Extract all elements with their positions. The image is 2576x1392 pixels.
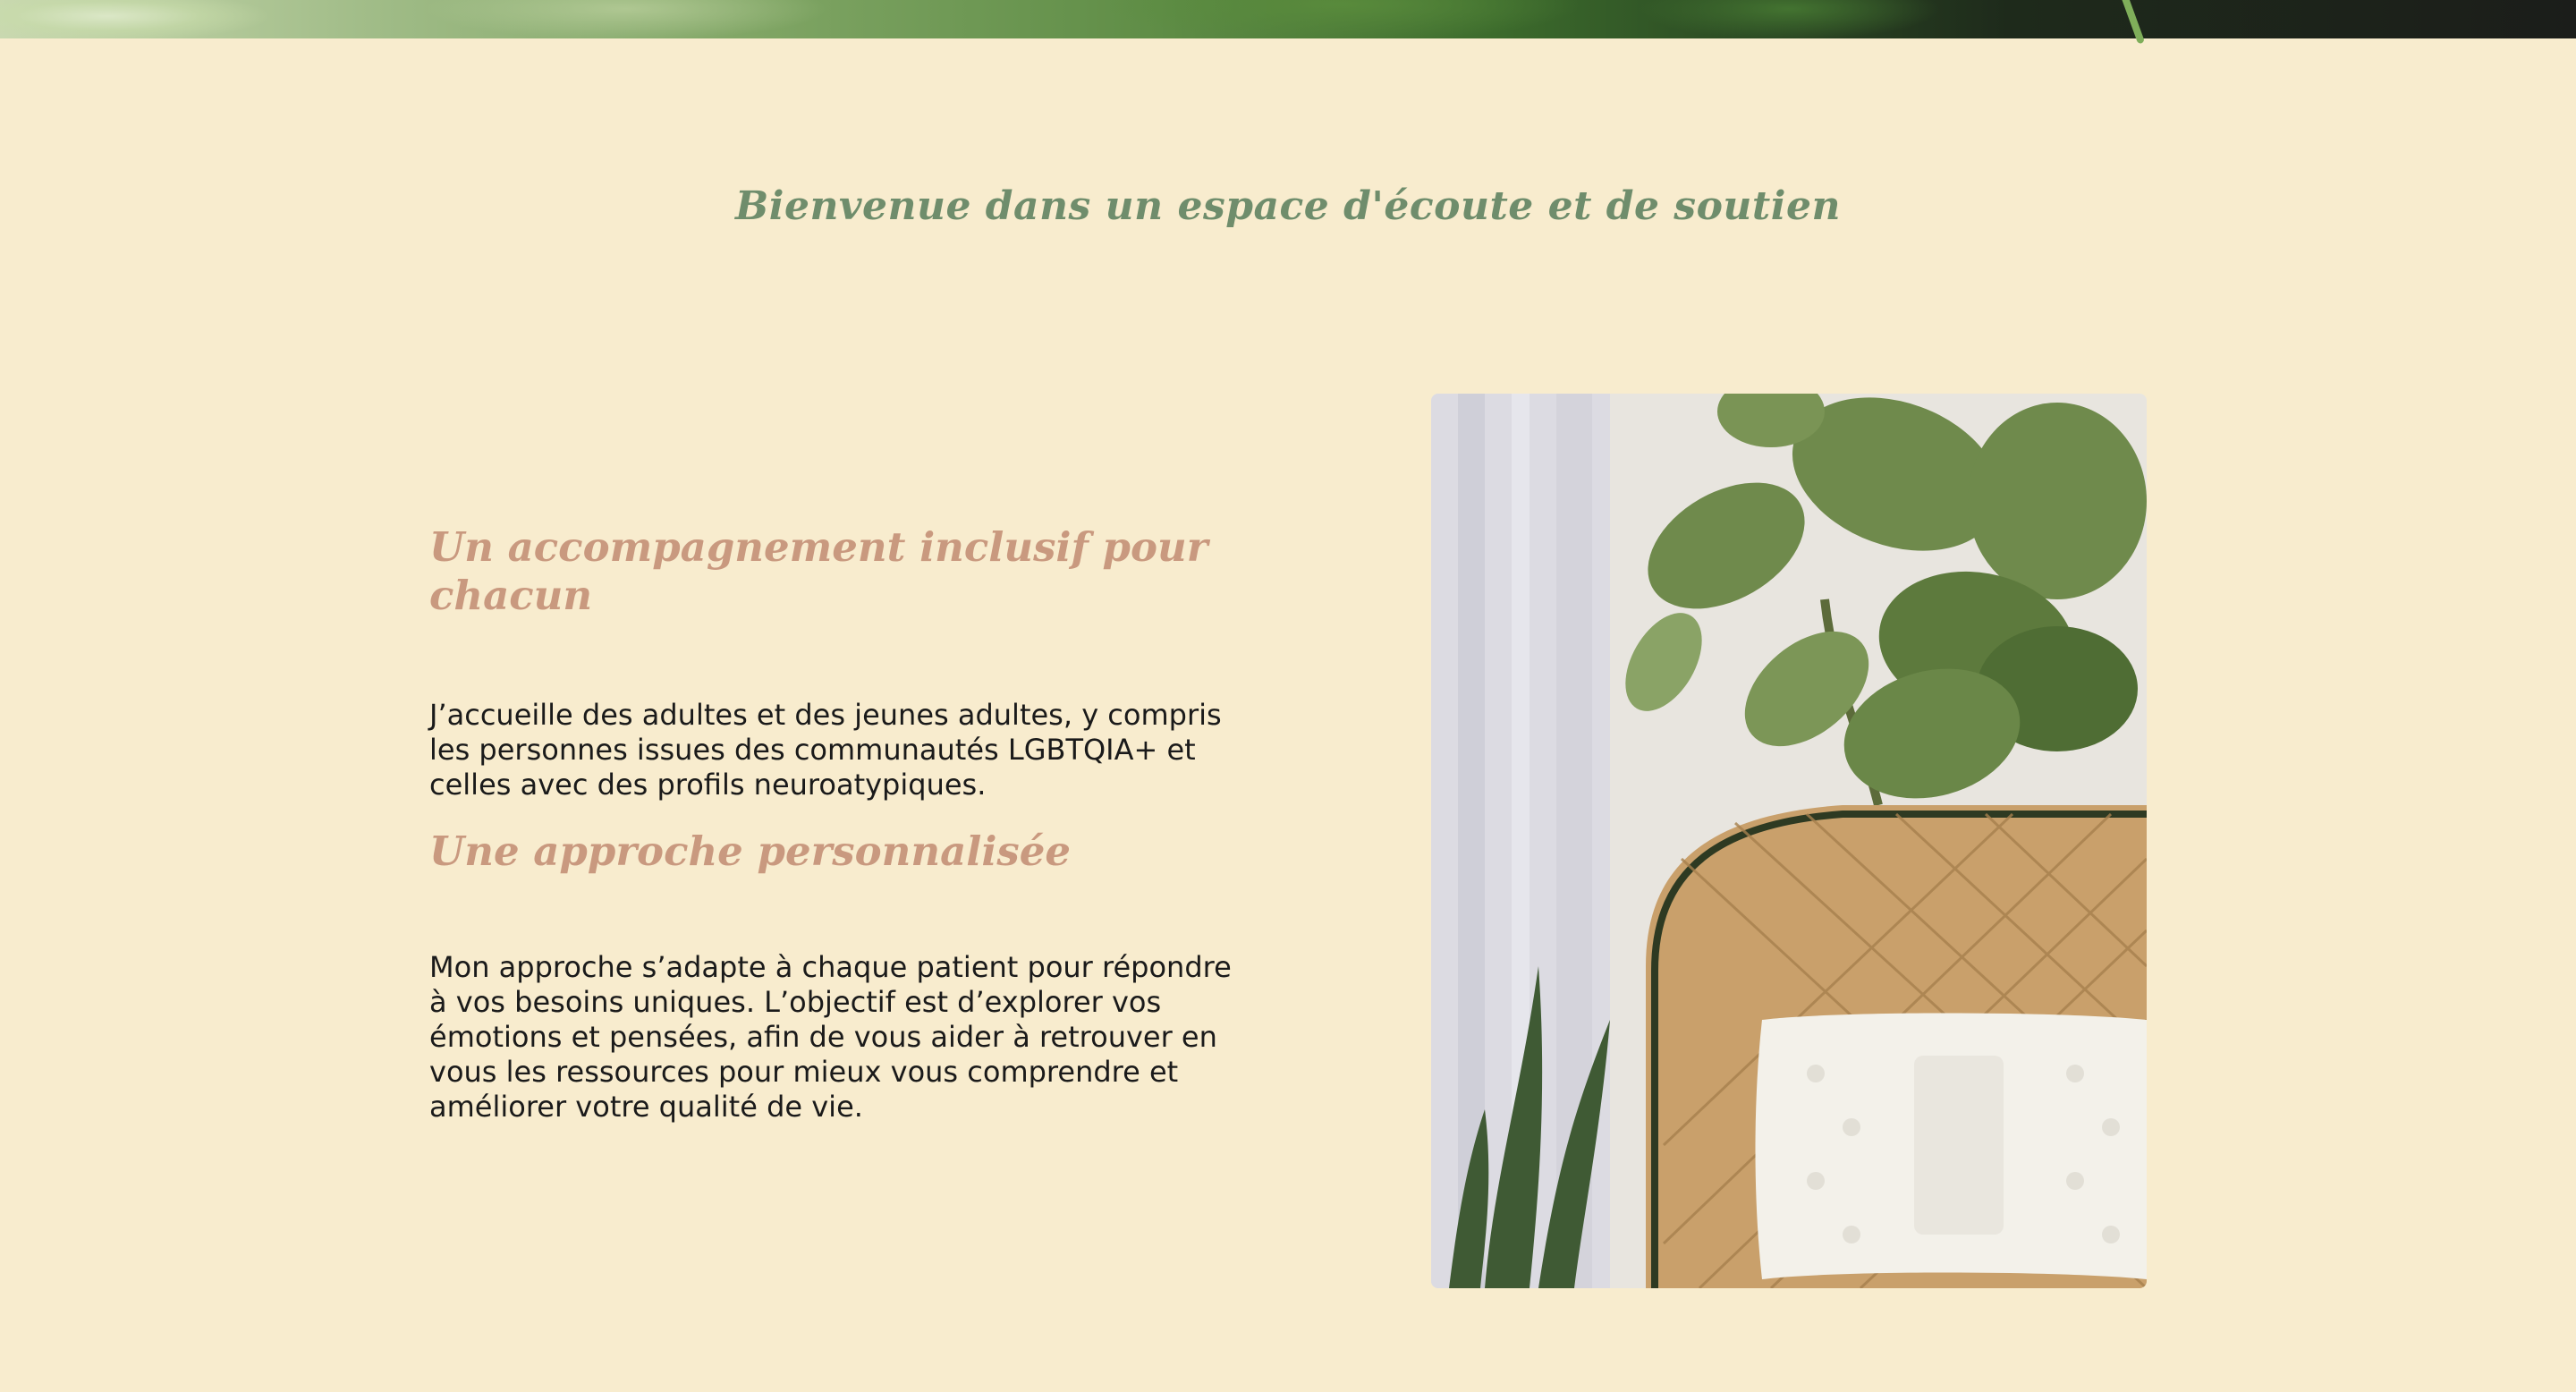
section-heading-inclusive: Un accompagnement inclusif pour chacun [429,523,1208,619]
photo-illustration [1431,394,2147,1288]
section-text-approach: Mon approche s’adapte à chaque patient p… [429,950,1232,1124]
hero-banner-image [0,0,2576,45]
section-heading-approach: Une approche personnalisée [429,828,1072,875]
section-text-inclusive: J’accueille des adultes et des jeunes ad… [429,698,1222,802]
leaf-accent [2119,0,2146,45]
wicker-chair-photo [1431,394,2147,1288]
welcome-title: Bienvenue dans un espace d'écoute et de … [735,183,1841,229]
